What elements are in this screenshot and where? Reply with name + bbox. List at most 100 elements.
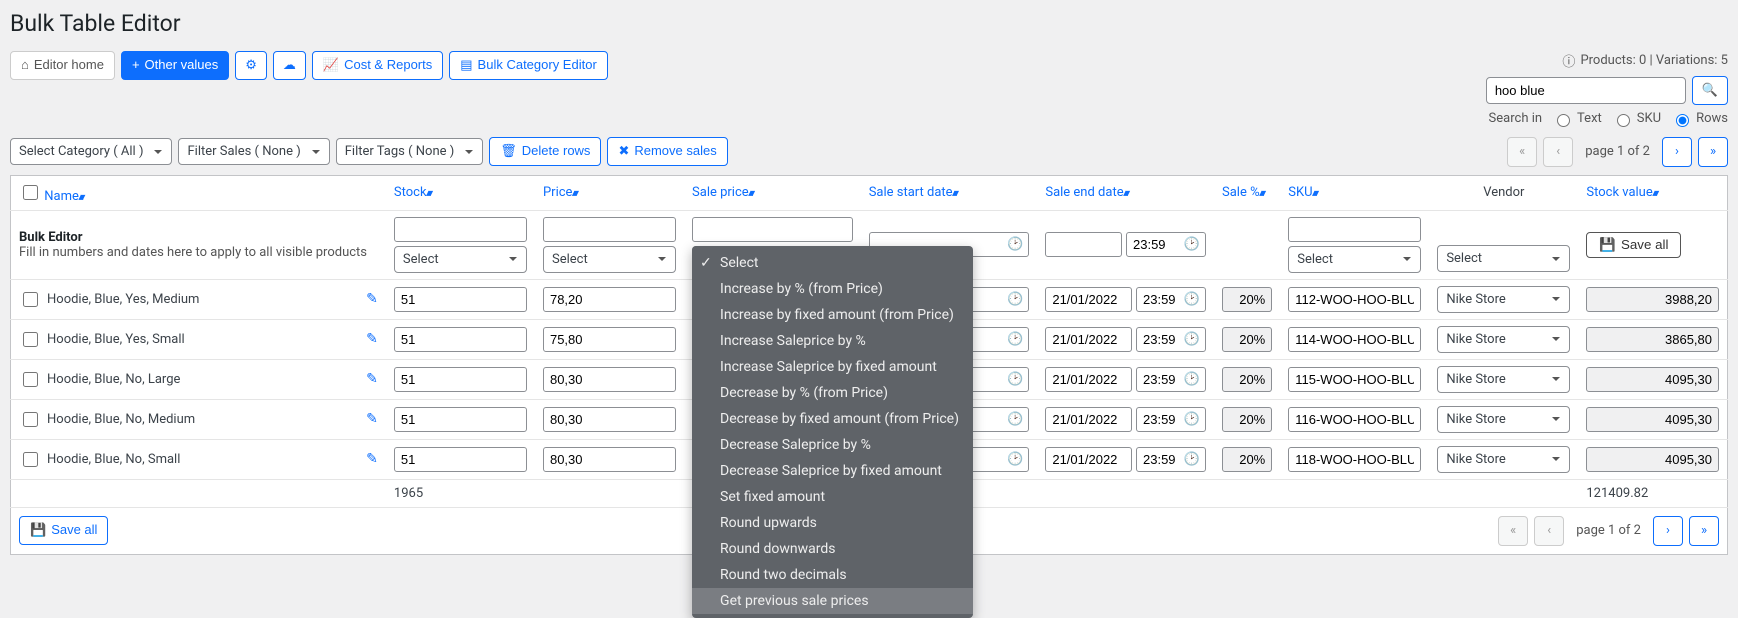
pager-next-bottom[interactable]: › [1653, 516, 1683, 546]
save-all-button-top[interactable]: 💾 Save all [1586, 232, 1681, 258]
dropdown-option[interactable]: Increase by % (from Price) [692, 276, 973, 302]
price-input[interactable] [543, 327, 676, 352]
settings-button[interactable]: ⚙ [235, 51, 267, 80]
stock-input[interactable] [394, 327, 527, 352]
pager-last-bottom[interactable]: » [1689, 516, 1719, 546]
editor-home-button[interactable]: ⌂ Editor home [10, 51, 115, 80]
cost-reports-button[interactable]: 📈 Cost & Reports [312, 51, 443, 80]
row-checkbox[interactable] [23, 332, 38, 347]
tags-filter-select[interactable]: Filter Tags ( None ) [336, 138, 484, 165]
dropdown-option[interactable]: Increase Saleprice by fixed amount [692, 354, 973, 380]
row-checkbox[interactable] [23, 452, 38, 467]
pager-first[interactable]: « [1507, 137, 1537, 167]
search-in-rows-radio[interactable] [1676, 114, 1689, 127]
stock-input[interactable] [394, 447, 527, 472]
sales-filter-select[interactable]: Filter Sales ( None ) [178, 138, 329, 165]
price-input[interactable] [543, 447, 676, 472]
category-select[interactable]: Select Category ( All ) [10, 138, 172, 165]
search-input[interactable] [1486, 77, 1686, 104]
vendor-select[interactable]: Nike Store [1437, 366, 1570, 393]
search-in-sku-radio[interactable] [1617, 114, 1630, 127]
end-time-input[interactable] [1136, 367, 1206, 392]
dropdown-option[interactable]: Round upwards [692, 510, 973, 536]
edit-icon[interactable]: ✎ [366, 451, 378, 467]
dropdown-option[interactable]: Increase by fixed amount (from Price) [692, 302, 973, 328]
row-checkbox[interactable] [23, 292, 38, 307]
vendor-select[interactable]: Nike Store [1437, 286, 1570, 313]
bulk-sku-input[interactable] [1288, 217, 1421, 242]
edit-icon[interactable]: ✎ [366, 371, 378, 387]
vendor-select[interactable]: Nike Store [1437, 446, 1570, 473]
col-sale-start[interactable]: Sale start date [861, 175, 1038, 210]
price-input[interactable] [543, 407, 676, 432]
price-input[interactable] [543, 367, 676, 392]
bulk-price-select[interactable]: Select [543, 246, 676, 273]
dropdown-option[interactable]: Set fixed amount [692, 484, 973, 510]
col-sku[interactable]: SKU [1280, 175, 1429, 210]
edit-icon[interactable]: ✎ [366, 291, 378, 307]
end-date-input[interactable] [1045, 287, 1132, 312]
bulk-stock-select[interactable]: Select [394, 246, 527, 273]
dropdown-option[interactable]: Decrease by % (from Price) [692, 380, 973, 406]
bulk-end-date-input[interactable] [1045, 232, 1122, 257]
search-in-text-radio[interactable] [1557, 114, 1570, 127]
col-sale-pct[interactable]: Sale % [1214, 175, 1280, 210]
end-date-input[interactable] [1045, 447, 1132, 472]
search-in-rows-option[interactable]: Rows [1671, 111, 1728, 127]
row-checkbox[interactable] [23, 372, 38, 387]
end-time-input[interactable] [1136, 407, 1206, 432]
sale-price-dropdown[interactable]: SelectIncrease by % (from Price)Increase… [692, 246, 973, 618]
row-checkbox[interactable] [23, 412, 38, 427]
col-sale-end[interactable]: Sale end date [1037, 175, 1214, 210]
pager-last[interactable]: » [1698, 137, 1728, 167]
end-time-input[interactable] [1136, 447, 1206, 472]
dropdown-option[interactable]: Get previous sale prices [692, 588, 973, 614]
sku-input[interactable] [1288, 407, 1421, 432]
bulk-stock-input[interactable] [394, 217, 527, 242]
col-price[interactable]: Price [535, 175, 684, 210]
delete-rows-button[interactable]: 🗑 Delete rows [489, 137, 601, 166]
edit-icon[interactable]: ✎ [366, 331, 378, 347]
vendor-select[interactable]: Nike Store [1437, 406, 1570, 433]
stock-input[interactable] [394, 367, 527, 392]
pager-first-bottom[interactable]: « [1498, 516, 1528, 546]
col-stock[interactable]: Stock [386, 175, 535, 210]
pager-prev-bottom[interactable]: ‹ [1534, 516, 1564, 546]
dropdown-option[interactable]: Decrease Saleprice by fixed amount [692, 458, 973, 484]
dropdown-option[interactable]: Decrease by fixed amount (from Price) [692, 406, 973, 432]
bulk-end-time-input[interactable] [1126, 232, 1206, 257]
end-time-input[interactable] [1136, 287, 1206, 312]
other-values-button[interactable]: + Other values [121, 51, 229, 80]
sku-input[interactable] [1288, 447, 1421, 472]
remove-sales-button[interactable]: ✖ Remove sales [607, 137, 727, 166]
save-all-button-bottom[interactable]: 💾 Save all [19, 516, 108, 545]
dropdown-option[interactable]: Decrease Saleprice by % [692, 432, 973, 458]
pager-next[interactable]: › [1662, 137, 1692, 167]
col-sale-price[interactable]: Sale price [684, 175, 861, 210]
stock-input[interactable] [394, 407, 527, 432]
col-stock-value[interactable]: Stock value [1578, 175, 1727, 210]
bulk-sale-input[interactable] [692, 217, 853, 242]
dropdown-option[interactable]: Select [692, 250, 973, 276]
search-button[interactable]: 🔍 [1692, 76, 1728, 105]
vendor-select[interactable]: Nike Store [1437, 326, 1570, 353]
end-date-input[interactable] [1045, 367, 1132, 392]
pager-prev[interactable]: ‹ [1543, 137, 1573, 167]
search-in-sku-option[interactable]: SKU [1612, 111, 1661, 127]
download-button[interactable]: ☁ [273, 51, 306, 80]
search-in-text-option[interactable]: Text [1552, 111, 1602, 127]
bulk-sku-select[interactable]: Select [1288, 246, 1421, 273]
bulk-category-button[interactable]: ▤ Bulk Category Editor [449, 51, 608, 80]
end-date-input[interactable] [1045, 327, 1132, 352]
bulk-price-input[interactable] [543, 217, 676, 242]
dropdown-option[interactable]: Round two decimals [692, 562, 973, 588]
sku-input[interactable] [1288, 287, 1421, 312]
bulk-vendor-select[interactable]: Select [1437, 245, 1570, 272]
col-name[interactable]: Name [11, 175, 386, 210]
sku-input[interactable] [1288, 367, 1421, 392]
sku-input[interactable] [1288, 327, 1421, 352]
end-time-input[interactable] [1136, 327, 1206, 352]
edit-icon[interactable]: ✎ [366, 411, 378, 427]
dropdown-option[interactable]: Increase Saleprice by % [692, 328, 973, 354]
stock-input[interactable] [394, 287, 527, 312]
